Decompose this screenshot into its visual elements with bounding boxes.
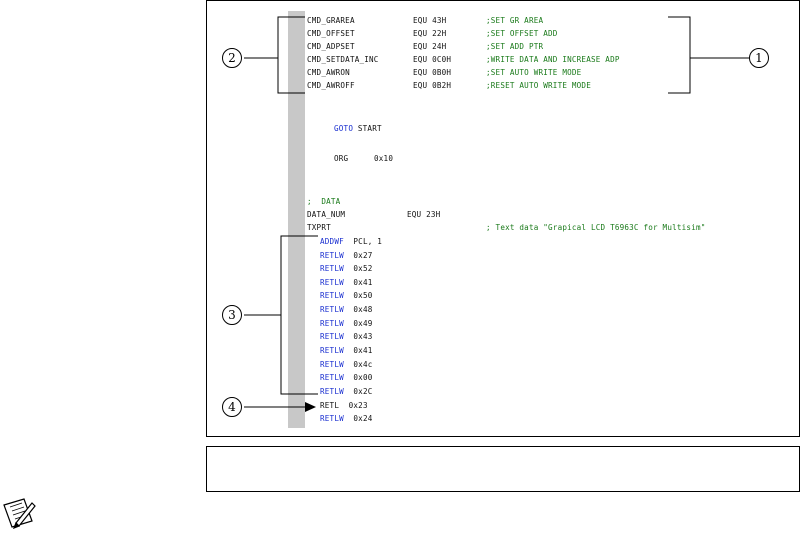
callout-3: 3 [222, 305, 242, 325]
arrow-head-icon [305, 402, 316, 412]
callout-1: 1 [749, 48, 769, 68]
figure-caption-box [206, 446, 800, 492]
callout-leader-lines [244, 16, 749, 412]
note-pencil-icon [2, 497, 36, 533]
callout-2: 2 [222, 48, 242, 68]
callout-4: 4 [222, 397, 242, 417]
